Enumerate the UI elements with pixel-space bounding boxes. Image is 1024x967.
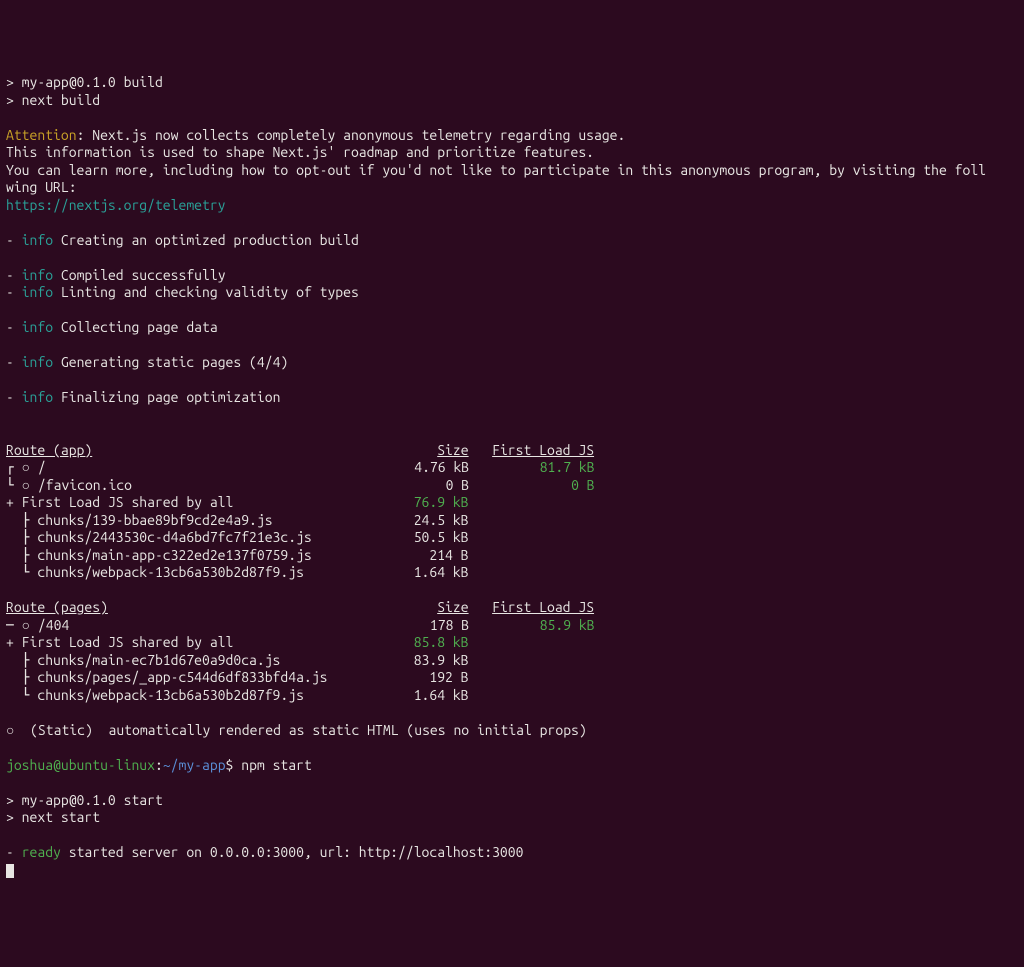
info-label: info: [22, 267, 53, 283]
route-app-row: + First Load JS shared by all 76.9 kB: [6, 494, 469, 510]
route-app-row: └ chunks/webpack-13cb6a530b2d87f9.js 1.6…: [6, 564, 469, 580]
terminal-output[interactable]: > my-app@0.1.0 build > next build Attenti…: [6, 74, 1018, 879]
first-load-cell: 0 B: [493, 477, 595, 493]
build-script-line: > my-app@0.1.0 build: [6, 74, 163, 90]
prompt-colon: :: [155, 757, 163, 773]
col-size: Size: [437, 599, 468, 615]
info-message: Compiled successfully: [53, 267, 225, 283]
info-label: info: [22, 232, 53, 248]
col-first-load: First Load JS: [492, 442, 594, 458]
dash: -: [6, 844, 22, 860]
info-message: Finalizing page optimization: [53, 389, 280, 405]
col-route: Route (pages): [6, 599, 108, 615]
first-load-cell: 85.9 kB: [493, 617, 595, 633]
build-command-line: > next build: [6, 92, 100, 108]
route-app-header: Route (app) Size First Load JS: [6, 442, 594, 458]
size-cell: 76.9 kB: [382, 494, 468, 510]
route-pages-row: ─ ○ /404 178 B 85.9 kB: [6, 617, 595, 633]
prompt-path: ~/my-app: [163, 757, 226, 773]
info-message: Collecting page data: [53, 319, 218, 335]
size-cell: 214 B: [382, 547, 468, 563]
cursor-icon: [6, 864, 14, 878]
size-cell: 50.5 kB: [382, 529, 468, 545]
size-cell: 0 B: [383, 477, 469, 493]
size-cell: 178 B: [383, 617, 469, 633]
telemetry-text-1: : Next.js now collects completely anonym…: [77, 127, 626, 143]
info-message: Generating static pages (4/4): [53, 354, 288, 370]
size-cell: 85.8 kB: [382, 634, 468, 650]
start-script-line: > my-app@0.1.0 start: [6, 792, 163, 808]
size-cell: 83.9 kB: [382, 652, 468, 668]
col-first-load: First Load JS: [492, 599, 594, 615]
info-label: info: [22, 389, 53, 405]
route-app-row: ├ chunks/139-bbae89bf9cd2e4a9.js 24.5 kB: [6, 512, 469, 528]
dash: -: [6, 319, 22, 335]
attention-label: Attention: [6, 127, 77, 143]
col-route: Route (app): [6, 442, 92, 458]
route-pages-row: ├ chunks/main-ec7b1d67e0a9d0ca.js 83.9 k…: [6, 652, 469, 668]
col-size: Size: [437, 442, 468, 458]
prompt-user-host: joshua@ubuntu-linux: [6, 757, 155, 773]
route-pages-row: ├ chunks/pages/_app-c544d6df833bfd4a.js …: [6, 669, 469, 685]
size-cell: 24.5 kB: [382, 512, 468, 528]
info-label: info: [22, 319, 53, 335]
telemetry-text-3: You can learn more, including how to opt…: [6, 162, 986, 178]
first-load-cell: 81.7 kB: [493, 459, 595, 475]
size-cell: 1.64 kB: [382, 564, 468, 580]
dash: -: [6, 284, 22, 300]
size-cell: 4.76 kB: [383, 459, 469, 475]
route-app-row: ├ chunks/main-app-c322ed2e137f0759.js 21…: [6, 547, 469, 563]
route-app-row: ├ chunks/2443530c-d4a6bd7fc7f21e3c.js 50…: [6, 529, 469, 545]
info-message: Linting and checking validity of types: [53, 284, 359, 300]
telemetry-text-2: This information is used to shape Next.j…: [6, 144, 594, 160]
route-app-row: └ ○ /favicon.ico 0 B 0 B: [6, 477, 595, 493]
route-pages-row: + First Load JS shared by all 85.8 kB: [6, 634, 469, 650]
route-app-row: ┌ ○ / 4.76 kB 81.7 kB: [6, 459, 595, 475]
prompt-dollar: $: [226, 757, 242, 773]
info-label: info: [22, 284, 53, 300]
static-legend: ○ (Static) automatically rendered as sta…: [6, 722, 587, 738]
telemetry-text-4: wing URL:: [6, 179, 77, 195]
start-command-line: > next start: [6, 809, 100, 825]
size-cell: 192 B: [382, 669, 468, 685]
telemetry-link[interactable]: https://nextjs.org/telemetry: [6, 197, 226, 213]
info-message: Creating an optimized production build: [53, 232, 359, 248]
route-pages-row: └ chunks/webpack-13cb6a530b2d87f9.js 1.6…: [6, 687, 469, 703]
dash: -: [6, 389, 22, 405]
ready-text: started server on 0.0.0.0:3000, url: htt…: [61, 844, 524, 860]
info-label: info: [22, 354, 53, 370]
prompt-command[interactable]: npm start: [241, 757, 312, 773]
dash: -: [6, 354, 22, 370]
size-cell: 1.64 kB: [382, 687, 468, 703]
dash: -: [6, 267, 22, 283]
route-pages-header: Route (pages) Size First Load JS: [6, 599, 594, 615]
dash: -: [6, 232, 22, 248]
ready-label: ready: [22, 844, 61, 860]
